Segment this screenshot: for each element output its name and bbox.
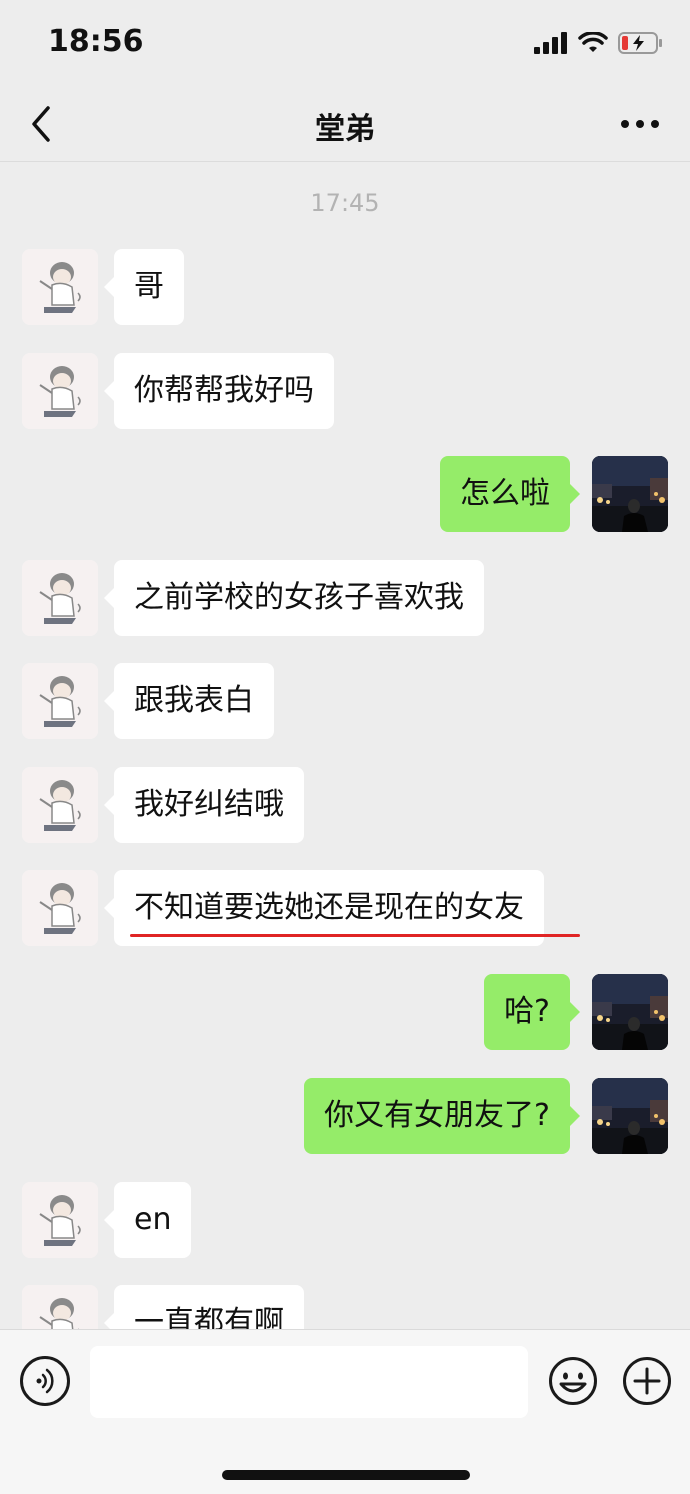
night-street-photo-avatar-icon: [592, 456, 668, 532]
chat-header: 堂弟: [0, 86, 690, 162]
cartoon-boy-avatar-icon: [22, 560, 98, 636]
contact-avatar[interactable]: [22, 1285, 98, 1329]
contact-avatar[interactable]: [22, 560, 98, 636]
chat-message-list[interactable]: 17:45 哥 你帮帮我好吗 怎么啦 之前学校的女孩子喜欢我 跟我表白 我好纠结…: [0, 163, 690, 1329]
contact-avatar[interactable]: [22, 353, 98, 429]
more-functions-button[interactable]: [622, 1356, 672, 1406]
message-text-input[interactable]: [90, 1346, 528, 1418]
message-timestamp: 17:45: [310, 189, 380, 217]
incoming-message-bubble[interactable]: 你帮帮我好吗: [104, 353, 334, 429]
status-bar: 18:56: [0, 0, 690, 86]
incoming-message-bubble[interactable]: 之前学校的女孩子喜欢我: [104, 560, 484, 636]
home-indicator[interactable]: [222, 1470, 470, 1480]
incoming-message-bubble[interactable]: 哥: [104, 249, 184, 325]
red-underline-annotation: [130, 934, 580, 937]
contact-avatar[interactable]: [22, 1182, 98, 1258]
emoji-icon: [549, 1357, 597, 1405]
wifi-icon: [578, 32, 608, 52]
night-street-photo-avatar-icon: [592, 1078, 668, 1154]
cartoon-boy-avatar-icon: [22, 353, 98, 429]
voice-icon: [36, 1368, 54, 1394]
outgoing-message-bubble[interactable]: 哈?: [484, 974, 580, 1050]
outgoing-message-bubble[interactable]: 怎么啦: [440, 456, 580, 532]
status-time: 18:56: [48, 24, 144, 59]
my-avatar[interactable]: [592, 456, 668, 532]
my-avatar[interactable]: [592, 1078, 668, 1154]
voice-input-button[interactable]: [20, 1356, 70, 1406]
cartoon-boy-avatar-icon: [22, 1285, 98, 1329]
cartoon-boy-avatar-icon: [22, 663, 98, 739]
chat-title: 堂弟: [315, 112, 375, 147]
contact-avatar[interactable]: [22, 663, 98, 739]
night-street-photo-avatar-icon: [592, 974, 668, 1050]
contact-avatar[interactable]: [22, 249, 98, 325]
incoming-message-bubble[interactable]: 我好纠结哦: [104, 767, 304, 843]
my-avatar[interactable]: [592, 974, 668, 1050]
status-icons: [534, 28, 664, 58]
contact-avatar[interactable]: [22, 767, 98, 843]
outgoing-message-bubble[interactable]: 你又有女朋友了?: [304, 1078, 580, 1154]
more-button[interactable]: [620, 106, 660, 142]
message-input-bar: [0, 1329, 690, 1494]
more-dots-icon: [621, 120, 659, 128]
cartoon-boy-avatar-icon: [22, 767, 98, 843]
emoji-button[interactable]: [548, 1356, 598, 1406]
plus-icon: [623, 1357, 671, 1405]
incoming-message-bubble[interactable]: en: [103, 1182, 192, 1258]
contact-avatar[interactable]: [22, 870, 98, 946]
battery-low-charging-icon: [618, 32, 662, 54]
incoming-message-bubble[interactable]: 跟我表白: [104, 663, 274, 739]
cartoon-boy-avatar-icon: [22, 1182, 98, 1258]
cartoon-boy-avatar-icon: [22, 249, 98, 325]
cellular-signal-icon: [534, 32, 567, 54]
incoming-message-bubble[interactable]: 一直都有啊: [104, 1285, 304, 1329]
cartoon-boy-avatar-icon: [22, 870, 98, 946]
